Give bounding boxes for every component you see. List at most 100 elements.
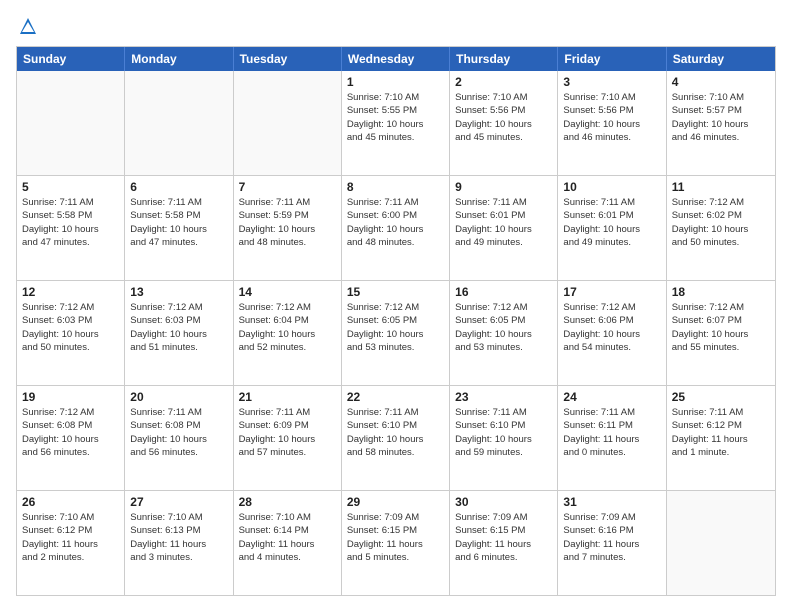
day-number: 9 (455, 180, 552, 194)
day-cell-8: 8 Sunrise: 7:11 AMSunset: 6:00 PMDaylight… (342, 176, 450, 280)
day-number: 6 (130, 180, 227, 194)
weekday-header-saturday: Saturday (667, 47, 775, 71)
empty-cell (234, 71, 342, 175)
day-info: Sunrise: 7:12 AMSunset: 6:07 PMDaylight:… (672, 301, 770, 354)
logo-icon (18, 16, 38, 36)
day-cell-4: 4Sunrise: 7:10 AMSunset: 5:57 PMDaylight… (667, 71, 775, 175)
day-number: 24 (563, 390, 660, 404)
day-info: Sunrise: 7:09 AMSunset: 6:16 PMDaylight:… (563, 511, 660, 564)
day-cell-29: 29 Sunrise: 7:09 AMSunset: 6:15 PMDayligh… (342, 491, 450, 595)
day-number: 20 (130, 390, 227, 404)
day-cell-26: 26Sunrise: 7:10 AMSunset: 6:12 PMDayligh… (17, 491, 125, 595)
day-info: Sunrise: 7:10 AMSunset: 6:14 PMDaylight:… (239, 511, 336, 564)
day-number: 16 (455, 285, 552, 299)
day-cell-13: 13Sunrise: 7:12 AMSunset: 6:03 PMDayligh… (125, 281, 233, 385)
calendar-header-row: SundayMondayTuesdayWednesdayThursdayFrid… (17, 47, 775, 71)
empty-cell (17, 71, 125, 175)
day-info: Sunrise: 7:11 AMSunset: 5:58 PMDaylight:… (22, 196, 119, 249)
day-cell-7: 7 Sunrise: 7:11 AMSunset: 5:59 PMDaylight… (234, 176, 342, 280)
weekday-header-monday: Monday (125, 47, 233, 71)
day-number: 27 (130, 495, 227, 509)
day-number: 2 (455, 75, 552, 89)
day-number: 26 (22, 495, 119, 509)
day-number: 28 (239, 495, 336, 509)
day-number: 1 (347, 75, 444, 89)
day-info: Sunrise: 7:10 AMSunset: 5:56 PMDaylight:… (455, 91, 552, 144)
day-number: 21 (239, 390, 336, 404)
day-info: Sunrise: 7:10 AMSunset: 5:56 PMDaylight:… (563, 91, 660, 144)
weekday-header-thursday: Thursday (450, 47, 558, 71)
day-info: Sunrise: 7:11 AMSunset: 6:01 PMDaylight:… (455, 196, 552, 249)
header (16, 16, 776, 36)
day-number: 12 (22, 285, 119, 299)
day-info: Sunrise: 7:11 AMSunset: 6:10 PMDaylight:… (347, 406, 444, 459)
page: SundayMondayTuesdayWednesdayThursdayFrid… (0, 0, 792, 612)
calendar: SundayMondayTuesdayWednesdayThursdayFrid… (16, 46, 776, 596)
empty-cell (125, 71, 233, 175)
day-number: 5 (22, 180, 119, 194)
day-cell-21: 21 Sunrise: 7:11 AMSunset: 6:09 PMDayligh… (234, 386, 342, 490)
day-cell-10: 10 Sunrise: 7:11 AMSunset: 6:01 PMDayligh… (558, 176, 666, 280)
logo (16, 16, 38, 36)
empty-cell (667, 491, 775, 595)
day-info: Sunrise: 7:12 AMSunset: 6:03 PMDaylight:… (22, 301, 119, 354)
day-cell-30: 30Sunrise: 7:09 AMSunset: 6:15 PMDayligh… (450, 491, 558, 595)
day-number: 19 (22, 390, 119, 404)
day-cell-19: 19 Sunrise: 7:12 AMSunset: 6:08 PMDayligh… (17, 386, 125, 490)
day-cell-16: 16 Sunrise: 7:12 AMSunset: 6:05 PMDayligh… (450, 281, 558, 385)
day-info: Sunrise: 7:12 AMSunset: 6:03 PMDaylight:… (130, 301, 227, 354)
day-cell-1: 1 Sunrise: 7:10 AMSunset: 5:55 PMDaylight… (342, 71, 450, 175)
day-number: 23 (455, 390, 552, 404)
day-number: 8 (347, 180, 444, 194)
day-info: Sunrise: 7:10 AMSunset: 5:57 PMDaylight:… (672, 91, 770, 144)
day-info: Sunrise: 7:11 AMSunset: 6:09 PMDaylight:… (239, 406, 336, 459)
day-number: 30 (455, 495, 552, 509)
day-cell-2: 2 Sunrise: 7:10 AMSunset: 5:56 PMDaylight… (450, 71, 558, 175)
calendar-body: 1 Sunrise: 7:10 AMSunset: 5:55 PMDaylight… (17, 71, 775, 595)
weekday-header-tuesday: Tuesday (234, 47, 342, 71)
day-number: 15 (347, 285, 444, 299)
calendar-row-4: 26Sunrise: 7:10 AMSunset: 6:12 PMDayligh… (17, 490, 775, 595)
day-number: 3 (563, 75, 660, 89)
day-cell-15: 15 Sunrise: 7:12 AMSunset: 6:05 PMDayligh… (342, 281, 450, 385)
day-info: Sunrise: 7:11 AMSunset: 6:11 PMDaylight:… (563, 406, 660, 459)
day-cell-5: 5 Sunrise: 7:11 AMSunset: 5:58 PMDaylight… (17, 176, 125, 280)
day-cell-18: 18Sunrise: 7:12 AMSunset: 6:07 PMDayligh… (667, 281, 775, 385)
day-cell-23: 23Sunrise: 7:11 AMSunset: 6:10 PMDayligh… (450, 386, 558, 490)
day-info: Sunrise: 7:12 AMSunset: 6:06 PMDaylight:… (563, 301, 660, 354)
day-number: 11 (672, 180, 770, 194)
day-number: 7 (239, 180, 336, 194)
day-cell-20: 20 Sunrise: 7:11 AMSunset: 6:08 PMDayligh… (125, 386, 233, 490)
day-info: Sunrise: 7:09 AMSunset: 6:15 PMDaylight:… (347, 511, 444, 564)
day-info: Sunrise: 7:12 AMSunset: 6:02 PMDaylight:… (672, 196, 770, 249)
day-cell-3: 3 Sunrise: 7:10 AMSunset: 5:56 PMDaylight… (558, 71, 666, 175)
day-cell-6: 6 Sunrise: 7:11 AMSunset: 5:58 PMDaylight… (125, 176, 233, 280)
day-number: 31 (563, 495, 660, 509)
day-number: 22 (347, 390, 444, 404)
calendar-row-1: 5 Sunrise: 7:11 AMSunset: 5:58 PMDaylight… (17, 175, 775, 280)
weekday-header-friday: Friday (558, 47, 666, 71)
day-info: Sunrise: 7:11 AMSunset: 6:08 PMDaylight:… (130, 406, 227, 459)
day-info: Sunrise: 7:11 AMSunset: 6:00 PMDaylight:… (347, 196, 444, 249)
day-cell-22: 22 Sunrise: 7:11 AMSunset: 6:10 PMDayligh… (342, 386, 450, 490)
day-info: Sunrise: 7:10 AMSunset: 5:55 PMDaylight:… (347, 91, 444, 144)
day-info: Sunrise: 7:11 AMSunset: 6:01 PMDaylight:… (563, 196, 660, 249)
day-cell-31: 31 Sunrise: 7:09 AMSunset: 6:16 PMDayligh… (558, 491, 666, 595)
day-cell-12: 12 Sunrise: 7:12 AMSunset: 6:03 PMDayligh… (17, 281, 125, 385)
day-number: 10 (563, 180, 660, 194)
day-cell-11: 11 Sunrise: 7:12 AMSunset: 6:02 PMDayligh… (667, 176, 775, 280)
day-info: Sunrise: 7:12 AMSunset: 6:08 PMDaylight:… (22, 406, 119, 459)
day-info: Sunrise: 7:11 AMSunset: 6:12 PMDaylight:… (672, 406, 770, 459)
day-cell-25: 25Sunrise: 7:11 AMSunset: 6:12 PMDayligh… (667, 386, 775, 490)
weekday-header-wednesday: Wednesday (342, 47, 450, 71)
day-info: Sunrise: 7:11 AMSunset: 5:59 PMDaylight:… (239, 196, 336, 249)
day-info: Sunrise: 7:11 AMSunset: 5:58 PMDaylight:… (130, 196, 227, 249)
day-cell-17: 17Sunrise: 7:12 AMSunset: 6:06 PMDayligh… (558, 281, 666, 385)
day-number: 29 (347, 495, 444, 509)
weekday-header-sunday: Sunday (17, 47, 125, 71)
day-info: Sunrise: 7:12 AMSunset: 6:05 PMDaylight:… (455, 301, 552, 354)
calendar-row-0: 1 Sunrise: 7:10 AMSunset: 5:55 PMDaylight… (17, 71, 775, 175)
day-info: Sunrise: 7:12 AMSunset: 6:04 PMDaylight:… (239, 301, 336, 354)
day-number: 14 (239, 285, 336, 299)
day-info: Sunrise: 7:12 AMSunset: 6:05 PMDaylight:… (347, 301, 444, 354)
